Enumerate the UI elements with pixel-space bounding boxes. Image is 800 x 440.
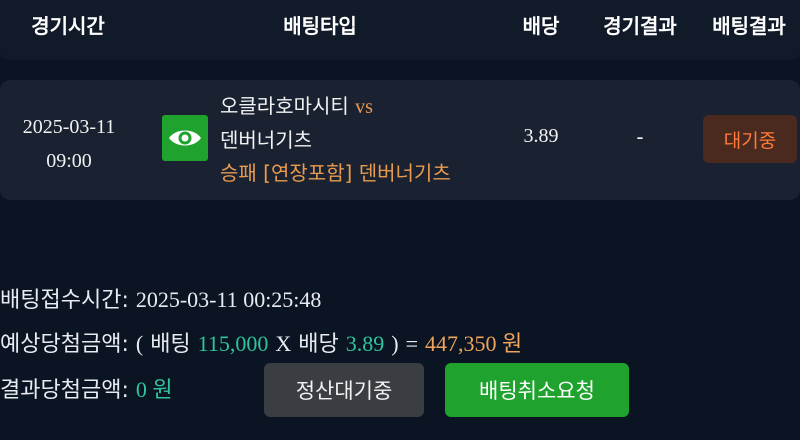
result-win-line: 결과당첨금액: 0 원 [0,372,173,404]
home-team: 오클라호마시티 [220,94,349,118]
close-paren: ) [391,331,399,356]
settlement-pending-button[interactable]: 정산대기중 [264,363,424,417]
odds-word: 배당 [298,332,339,357]
times-sign: X [275,331,292,356]
expected-amount: 447,350 원 [424,331,523,356]
game-datetime: 2025-03-11 09:00 [14,110,124,178]
game-date: 2025-03-11 [22,116,116,138]
bet-row: 2025-03-11 09:00 오클라호마시티 vs 덴버너기츠 승패 [연장… [0,80,800,200]
header-odds: 배당 [522,14,560,38]
eye-icon-svg [169,130,201,146]
result-label: 결과당첨금액: [0,378,129,403]
header-game-result: 경기결과 [603,14,677,38]
eye-icon[interactable] [162,115,208,161]
game-time: 09:00 [46,150,92,172]
odds-value: 3.89 [523,125,559,147]
expected-win-line: 예상당첨금액: ( 배팅 115,000 X 배당 3.89 ) = 447,3… [0,326,522,358]
header-bet-type: 배팅타입 [283,14,357,38]
odds-amount: 3.89 [345,331,385,356]
header-bet-result: 배팅결과 [712,14,786,38]
game-result: - [636,125,644,149]
cancel-bet-request-button[interactable]: 배팅취소요청 [445,363,629,417]
match-info: 오클라호마시티 vs 덴버너기츠 승패 [연장포함] 덴버너기츠 [220,90,451,190]
equals-sign: = [405,331,418,356]
open-paren: ( [135,331,144,356]
bet-pick: 승패 [연장포함] 덴버너기츠 [220,161,451,185]
bet-amount: 115,000 [197,331,269,356]
status-badge: 대기중 [703,115,797,163]
vs-label: vs [355,96,373,118]
received-value: 2025-03-11 00:25:48 [135,287,322,312]
result-amount: 0 원 [135,377,173,402]
bet-word: 배팅 [150,332,191,357]
away-team: 덴버너기츠 [220,128,312,152]
expected-label: 예상당첨금액: [0,332,129,357]
received-time-line: 배팅접수시간: 2025-03-11 00:25:48 [0,282,321,314]
table-header: 경기시간 배팅타입 배당 경기결과 배팅결과 [0,0,800,60]
received-label: 배팅접수시간: [0,288,129,313]
header-time: 경기시간 [31,14,105,38]
